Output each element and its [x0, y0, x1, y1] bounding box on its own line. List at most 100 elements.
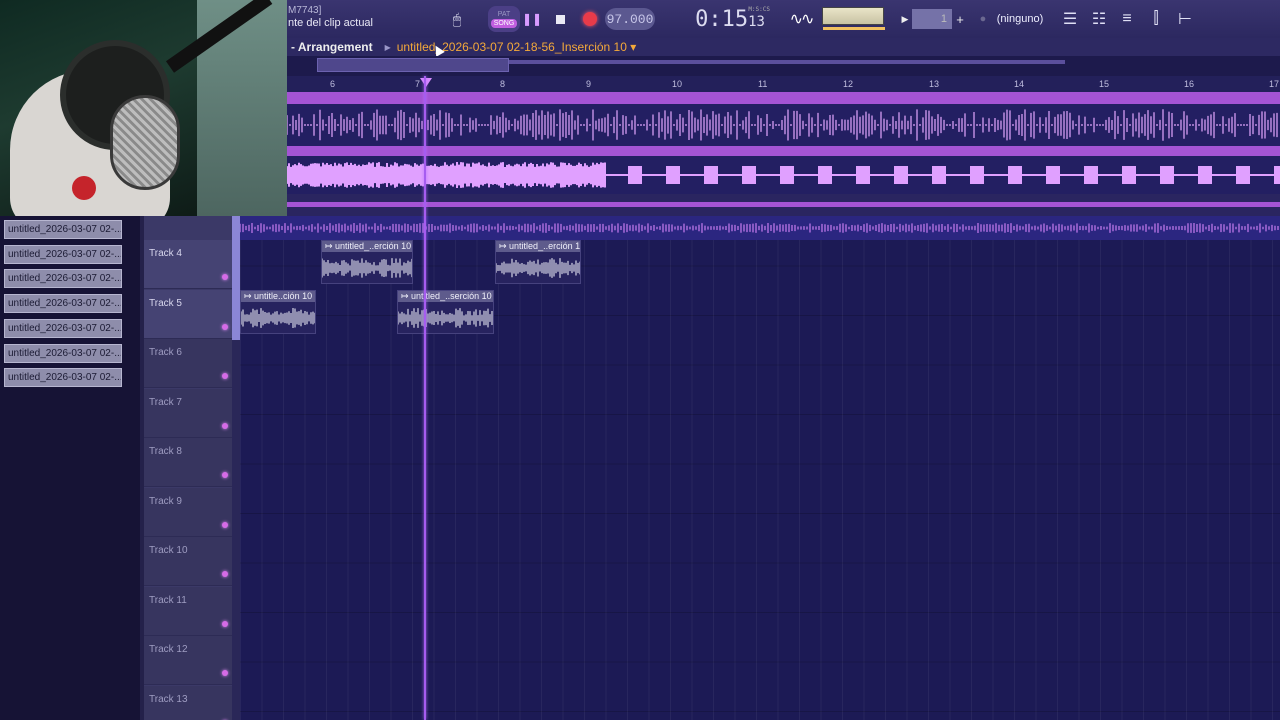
track-mute-led-icon[interactable] — [222, 323, 228, 330]
audio-lane-2[interactable] — [287, 156, 1280, 194]
audio-clip[interactable]: ↦ untitled_..serción 10 — [397, 290, 494, 334]
pat-song-toggle[interactable]: PAT SONG — [488, 6, 520, 32]
track-mute-led-icon[interactable] — [222, 422, 228, 429]
clip-list-item[interactable]: untitled_2026-03-07 02-... — [4, 368, 122, 388]
track-mute-led-icon[interactable] — [222, 521, 228, 528]
cpu-meter — [822, 7, 885, 30]
track-mute-led-icon[interactable] — [222, 620, 228, 627]
track-header[interactable]: Track 7 — [144, 388, 232, 438]
track-headers: Track 4 Track 5 Track 6 Track 7 Track 8 Track… — [144, 216, 232, 720]
audio-lane-1[interactable] — [287, 104, 1280, 146]
track-mute-led-icon[interactable] — [222, 571, 228, 577]
track-header[interactable]: Track 8 — [144, 438, 232, 487]
stop-icon[interactable] — [552, 6, 568, 32]
playhead-marker-icon[interactable] — [420, 78, 432, 87]
track-name: Track 5 — [149, 297, 182, 309]
playhead[interactable] — [424, 76, 426, 720]
ruler-tick: 7 — [415, 79, 421, 89]
track-mute-led-icon[interactable] — [222, 274, 228, 280]
track-name: Track 6 — [149, 347, 182, 358]
clip-list-item[interactable]: untitled_2026-03-07 02-... — [4, 318, 122, 338]
fl-studio-window: M7743] nte del clip actual 🖱 PAT SONG ❚❚… — [0, 0, 1280, 720]
clip-list-item[interactable]: untitled_2026-03-07 02-... — [4, 269, 122, 289]
pause-icon[interactable]: ❚❚ — [522, 6, 542, 32]
webcam-microphone — [110, 95, 180, 190]
track-name: Track 10 — [149, 545, 188, 556]
clip-waveform — [322, 258, 412, 278]
time-main: 0:15 — [695, 6, 749, 32]
track-mute-led-icon[interactable] — [222, 472, 228, 478]
audio-lane-header — [287, 92, 1280, 104]
ruler-tick: 10 — [672, 79, 683, 89]
ruler-tick: 8 — [500, 79, 506, 89]
pattern-selector[interactable]: 1 — [912, 9, 952, 29]
waveform-icon[interactable]: ∿∿ — [782, 6, 820, 32]
tempo-display[interactable]: 97.000 — [605, 8, 655, 30]
ruler-tick: 15 — [1099, 79, 1110, 89]
track-mute-led-icon[interactable] — [222, 670, 228, 676]
audio-clip[interactable]: ↦ untitle..ción 10 — [240, 290, 316, 334]
browser-icon[interactable]: ⊢ — [1174, 8, 1196, 30]
clip-title: ↦ untitled_..erción 10 — [322, 241, 412, 252]
audio-waveform-1 — [287, 109, 1278, 141]
mixer-icon[interactable]: ⫿ — [1145, 8, 1167, 30]
track-scrollbar[interactable] — [232, 216, 240, 720]
track-header[interactable]: Track 5 — [144, 289, 232, 339]
track-header[interactable]: Track 9 — [144, 487, 232, 537]
track-name: Track 12 — [149, 644, 188, 655]
ruler-tick: 6 — [330, 79, 336, 89]
track-name: Track 13 — [149, 693, 188, 705]
audio-clip[interactable]: ↦ untitled_..erción 10 — [321, 240, 413, 284]
track-name: Track 11 — [149, 594, 187, 606]
track-header[interactable]: Track 10 — [144, 537, 232, 586]
chevron-right-icon: ▶ — [384, 42, 391, 52]
lock-icon[interactable]: ● — [977, 6, 989, 32]
song-label: SONG — [490, 19, 518, 28]
ruler-tick: 14 — [1014, 79, 1025, 89]
arrangement-text: Arrangement — [297, 40, 373, 54]
playlist-grid[interactable]: ↦ untitled_..erción 10 ↦ untitled_..erció… — [239, 216, 1280, 720]
audio-lane-separator — [287, 146, 1280, 156]
clip-waveform — [496, 258, 580, 278]
clip-list-item[interactable]: untitled_2026-03-07 02-... — [4, 244, 122, 264]
snap-selector[interactable]: (ninguno) — [990, 6, 1050, 32]
clip-title: ↦ untitled_..erción 10 — [496, 241, 580, 252]
clip-source-list: untitled_2026-03-07 02-... untitled_2026-… — [0, 216, 140, 720]
channel-rack-icon[interactable]: ≡ — [1116, 8, 1138, 30]
timeline-ruler[interactable]: 6 7 8 9 10 11 12 13 14 15 16 17 — [287, 76, 1280, 92]
playlist-icon[interactable]: ☰ — [1059, 8, 1081, 30]
track-header[interactable]: Track 4 — [144, 240, 232, 289]
hint-line-2: nte del clip actual — [288, 17, 373, 29]
overview-window[interactable] — [317, 58, 509, 72]
track-header[interactable]: Track 12 — [144, 636, 232, 685]
clip-list-item[interactable]: untitled_2026-03-07 02-... — [4, 343, 122, 363]
track-mute-led-icon[interactable] — [222, 373, 228, 379]
track-header[interactable]: Track 13 — [144, 685, 232, 720]
clip-list-item[interactable]: untitled_2026-03-07 02-... — [4, 220, 122, 239]
pattern-prev-icon[interactable]: ▶ — [898, 6, 912, 32]
hint-bar: M7743] nte del clip actual — [288, 5, 373, 29]
track-header[interactable]: Track 11 — [144, 586, 232, 636]
add-pattern-icon[interactable]: + — [953, 6, 967, 32]
timeline-overview[interactable] — [287, 56, 1280, 76]
ruler-tick: 9 — [586, 79, 592, 89]
record-icon[interactable] — [580, 6, 600, 32]
track-3-lane[interactable] — [239, 216, 1280, 240]
time-sub: 13 — [748, 14, 765, 30]
track-name: Track 9 — [149, 495, 182, 507]
track-header[interactable]: Track 6 — [144, 339, 232, 388]
ruler-tick: 16 — [1184, 79, 1195, 89]
mouse-icon: 🖱 — [452, 10, 462, 27]
ruler-tick: 17 — [1269, 79, 1280, 89]
clip-title: ↦ untitle..ción 10 — [241, 291, 315, 302]
time-display[interactable]: 0:15 13 M:S:CS — [690, 4, 770, 34]
arrangement-label[interactable]: - Arrangement — [291, 40, 373, 54]
hint-line-1: M7743] — [288, 5, 322, 16]
track-scrollbar-thumb[interactable] — [232, 216, 240, 340]
audio-waveform-2 — [287, 162, 1280, 188]
piano-roll-icon[interactable]: ☷ — [1088, 8, 1110, 30]
clip-list-item[interactable]: untitled_2026-03-07 02-... — [4, 294, 122, 314]
time-unit: M:S:CS — [748, 6, 770, 13]
audio-clip[interactable]: ↦ untitled_..erción 10 — [495, 240, 581, 284]
clip-waveform — [241, 308, 315, 328]
